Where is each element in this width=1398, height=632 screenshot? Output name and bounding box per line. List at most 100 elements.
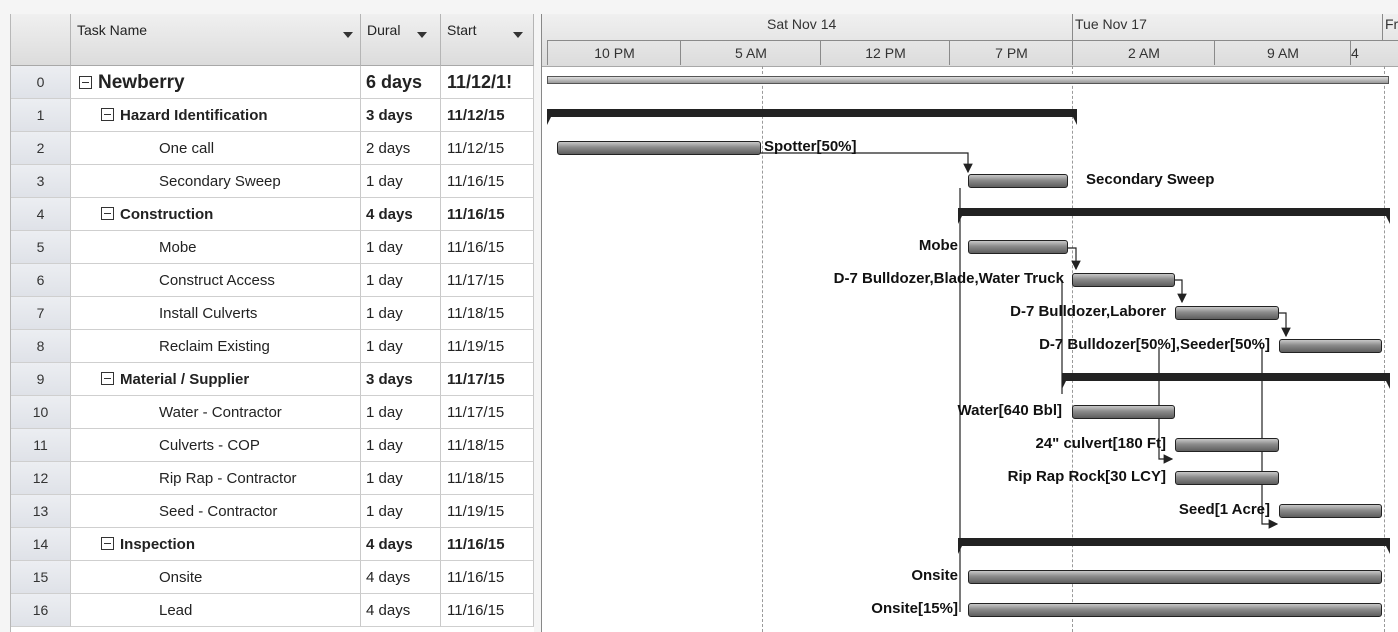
- start-cell[interactable]: 11/16/15: [441, 528, 534, 561]
- row-index[interactable]: 9: [11, 363, 71, 396]
- dropdown-arrow-icon[interactable]: [343, 32, 353, 38]
- start-cell[interactable]: 11/17/15: [441, 264, 534, 297]
- duration-cell[interactable]: 1 day: [361, 297, 441, 330]
- row-index[interactable]: 7: [11, 297, 71, 330]
- task-bar[interactable]: [1279, 504, 1382, 518]
- task-name-cell[interactable]: Construct Access: [71, 264, 361, 297]
- task-name-cell[interactable]: One call: [71, 132, 361, 165]
- row-index[interactable]: 6: [11, 264, 71, 297]
- task-bar[interactable]: [557, 141, 761, 155]
- row-index-header[interactable]: [11, 14, 71, 66]
- start-cell[interactable]: 11/16/15: [441, 594, 534, 627]
- row-index[interactable]: 11: [11, 429, 71, 462]
- duration-header[interactable]: Dural: [361, 14, 441, 66]
- task-name-cell[interactable]: Inspection: [71, 528, 361, 561]
- task-bar[interactable]: [1072, 273, 1175, 287]
- row-index[interactable]: 2: [11, 132, 71, 165]
- minus-box-icon[interactable]: [101, 107, 114, 121]
- duration-cell[interactable]: 6 days: [361, 66, 441, 99]
- task-name-cell[interactable]: Lead: [71, 594, 361, 627]
- duration-cell[interactable]: 2 days: [361, 132, 441, 165]
- duration-cell[interactable]: 1 day: [361, 396, 441, 429]
- task-name-cell[interactable]: Hazard Identification: [71, 99, 361, 132]
- start-cell[interactable]: 11/16/15: [441, 231, 534, 264]
- task-bar[interactable]: [968, 174, 1068, 188]
- task-bar[interactable]: [1072, 405, 1175, 419]
- row-index[interactable]: 5: [11, 231, 71, 264]
- start-cell[interactable]: 11/18/15: [441, 462, 534, 495]
- table-row[interactable]: 10 Water - Contractor 1 day 11/17/15: [11, 396, 534, 429]
- duration-cell[interactable]: 1 day: [361, 165, 441, 198]
- start-cell[interactable]: 11/16/15: [441, 198, 534, 231]
- table-row[interactable]: 4 Construction 4 days 11/16/15: [11, 198, 534, 231]
- task-name-cell[interactable]: Culverts - COP: [71, 429, 361, 462]
- row-index[interactable]: 14: [11, 528, 71, 561]
- duration-cell[interactable]: 1 day: [361, 264, 441, 297]
- row-index[interactable]: 1: [11, 99, 71, 132]
- duration-cell[interactable]: 4 days: [361, 528, 441, 561]
- row-index[interactable]: 8: [11, 330, 71, 363]
- row-index[interactable]: 15: [11, 561, 71, 594]
- task-name-cell[interactable]: Onsite: [71, 561, 361, 594]
- row-index[interactable]: 4: [11, 198, 71, 231]
- row-index[interactable]: 10: [11, 396, 71, 429]
- summary-bar[interactable]: [958, 538, 1390, 554]
- task-bar[interactable]: [968, 240, 1068, 254]
- duration-cell[interactable]: 4 days: [361, 594, 441, 627]
- duration-cell[interactable]: 4 days: [361, 561, 441, 594]
- project-summary-bar[interactable]: [547, 76, 1389, 84]
- task-name-cell[interactable]: Secondary Sweep: [71, 165, 361, 198]
- duration-cell[interactable]: 1 day: [361, 495, 441, 528]
- row-index[interactable]: 3: [11, 165, 71, 198]
- start-cell[interactable]: 11/12/15: [441, 99, 534, 132]
- summary-bar[interactable]: [1062, 373, 1390, 389]
- start-cell[interactable]: 11/16/15: [441, 165, 534, 198]
- task-bar[interactable]: [1175, 306, 1279, 320]
- table-row[interactable]: 6 Construct Access 1 day 11/17/15: [11, 264, 534, 297]
- row-index[interactable]: 12: [11, 462, 71, 495]
- task-name-cell[interactable]: Rip Rap - Contractor: [71, 462, 361, 495]
- start-cell[interactable]: 11/12/15: [441, 132, 534, 165]
- start-cell[interactable]: 11/19/15: [441, 330, 534, 363]
- summary-bar[interactable]: [958, 208, 1390, 224]
- duration-cell[interactable]: 1 day: [361, 231, 441, 264]
- minus-box-icon[interactable]: [101, 371, 114, 385]
- duration-cell[interactable]: 3 days: [361, 363, 441, 396]
- duration-cell[interactable]: 3 days: [361, 99, 441, 132]
- start-cell[interactable]: 11/17/15: [441, 363, 534, 396]
- table-row[interactable]: 11 Culverts - COP 1 day 11/18/15: [11, 429, 534, 462]
- start-cell[interactable]: 11/18/15: [441, 429, 534, 462]
- table-row[interactable]: 8 Reclaim Existing 1 day 11/19/15: [11, 330, 534, 363]
- table-row[interactable]: 13 Seed - Contractor 1 day 11/19/15: [11, 495, 534, 528]
- task-name-cell[interactable]: Mobe: [71, 231, 361, 264]
- minus-box-icon[interactable]: [101, 206, 114, 220]
- start-cell[interactable]: 11/17/15: [441, 396, 534, 429]
- task-name-cell[interactable]: Construction: [71, 198, 361, 231]
- table-row[interactable]: 1 Hazard Identification 3 days 11/12/15: [11, 99, 534, 132]
- minus-box-icon[interactable]: [79, 75, 92, 89]
- dropdown-arrow-icon[interactable]: [417, 32, 427, 38]
- start-cell[interactable]: 11/19/15: [441, 495, 534, 528]
- table-row[interactable]: 16 Lead 4 days 11/16/15: [11, 594, 534, 627]
- table-row[interactable]: 5 Mobe 1 day 11/16/15: [11, 231, 534, 264]
- task-bar[interactable]: [1175, 471, 1279, 485]
- task-bar[interactable]: [1279, 339, 1382, 353]
- duration-cell[interactable]: 4 days: [361, 198, 441, 231]
- minus-box-icon[interactable]: [101, 536, 114, 550]
- task-name-cell[interactable]: Water - Contractor: [71, 396, 361, 429]
- start-cell[interactable]: 11/18/15: [441, 297, 534, 330]
- table-row[interactable]: 9 Material / Supplier 3 days 11/17/15: [11, 363, 534, 396]
- duration-cell[interactable]: 1 day: [361, 330, 441, 363]
- table-row[interactable]: 7 Install Culverts 1 day 11/18/15: [11, 297, 534, 330]
- duration-cell[interactable]: 1 day: [361, 462, 441, 495]
- table-row[interactable]: 3 Secondary Sweep 1 day 11/16/15: [11, 165, 534, 198]
- row-index[interactable]: 13: [11, 495, 71, 528]
- task-bar[interactable]: [1175, 438, 1279, 452]
- task-bar[interactable]: [968, 603, 1382, 617]
- task-name-cell[interactable]: Newberry: [71, 66, 361, 99]
- task-name-cell[interactable]: Reclaim Existing: [71, 330, 361, 363]
- start-cell[interactable]: 11/16/15: [441, 561, 534, 594]
- start-header[interactable]: Start: [441, 14, 534, 66]
- dropdown-arrow-icon[interactable]: [513, 32, 523, 38]
- task-name-cell[interactable]: Install Culverts: [71, 297, 361, 330]
